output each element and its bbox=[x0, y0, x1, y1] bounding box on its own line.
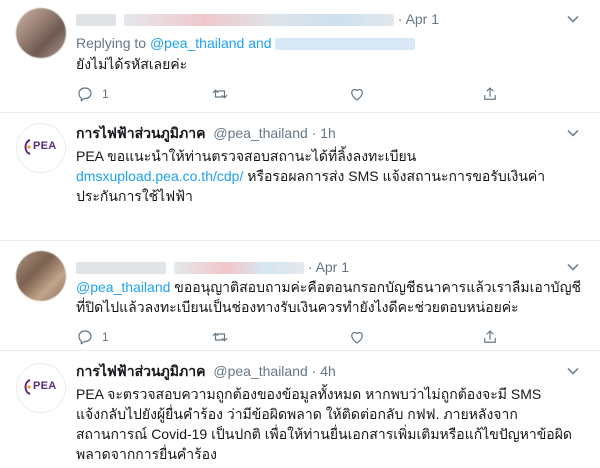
reply-icon bbox=[78, 330, 92, 345]
mention-link[interactable]: @pea_thailand bbox=[150, 35, 244, 51]
chevron-down-icon[interactable] bbox=[566, 364, 580, 378]
redacted-handle bbox=[173, 262, 304, 275]
avatar[interactable] bbox=[16, 251, 66, 301]
retweet-button[interactable] bbox=[211, 327, 229, 347]
redacted-name bbox=[76, 14, 116, 27]
tweet-text-line: ประกันการใช้ไฟฟ้า bbox=[76, 188, 193, 204]
reply-icon bbox=[78, 87, 92, 102]
tweet-text-line: PEA จะตรวจสอบความถูกต้องของข้อมูลทั้งหมด… bbox=[76, 386, 542, 402]
tweet-text-line: แจ้งกลับไปยังผู้ยื่นคำร้อง ว่ามีข้อผิดพล… bbox=[76, 406, 518, 422]
tweet-header: · Apr 1 bbox=[76, 257, 349, 277]
registration-link[interactable]: dmsxupload.pea.co.th/cdp/ bbox=[76, 168, 243, 184]
chevron-down-icon[interactable] bbox=[566, 126, 580, 140]
tweet-time[interactable]: 1h bbox=[320, 125, 336, 141]
share-button[interactable] bbox=[481, 84, 499, 104]
pea-logo-text: PEA bbox=[33, 140, 57, 152]
tweet-header: · Apr 1 bbox=[76, 9, 439, 29]
mention-link[interactable]: @pea_thailand bbox=[76, 279, 170, 295]
tweet-4[interactable]: PEA การไฟฟ้าส่วนภูมิภาค @pea_thailand · … bbox=[0, 351, 600, 468]
tweet-text-line: พลาดจากการยื่นคำร้อง bbox=[76, 446, 217, 462]
share-icon bbox=[484, 330, 496, 343]
redacted-handle bbox=[275, 38, 416, 51]
tweet-text-line: dmsxupload.pea.co.th/cdp/ หรือรอผลการส่ง… bbox=[76, 168, 546, 184]
reply-count: 1 bbox=[102, 330, 109, 344]
retweet-icon bbox=[212, 332, 228, 342]
tweet-header: การไฟฟ้าส่วนภูมิภาค @pea_thailand · 1h bbox=[76, 125, 336, 141]
reply-button[interactable]: 1 bbox=[76, 84, 109, 104]
tweet-date[interactable]: Apr 1 bbox=[406, 11, 439, 27]
pea-logo-text: PEA bbox=[33, 380, 57, 392]
user-handle[interactable]: @pea_thailand bbox=[213, 363, 307, 379]
like-icon bbox=[351, 88, 363, 101]
replying-to: Replying to @pea_thailand and bbox=[76, 33, 416, 53]
redacted-name bbox=[76, 262, 166, 275]
user-handle[interactable]: @pea_thailand bbox=[213, 125, 307, 141]
tweet-actions: 1 bbox=[76, 84, 576, 104]
like-icon bbox=[351, 331, 363, 344]
tweet-1[interactable]: · Apr 1 Replying to @pea_thailand and ยั… bbox=[0, 0, 600, 118]
redacted-handle bbox=[123, 14, 394, 27]
pea-logo-icon bbox=[24, 139, 31, 155]
like-button[interactable] bbox=[348, 84, 366, 104]
tweet-text-line: ที่ปิดไปแล้วลงทะเบียนเป็นช่องทางรับเงินค… bbox=[76, 299, 519, 315]
pea-avatar[interactable]: PEA bbox=[16, 123, 66, 173]
display-name[interactable]: การไฟฟ้าส่วนภูมิภาค bbox=[76, 363, 205, 379]
tweet-text-line: @pea_thailand ขออนุญาติสอบถามค่ะคือตอนกร… bbox=[76, 279, 581, 295]
retweet-icon bbox=[212, 89, 228, 99]
retweet-button[interactable] bbox=[211, 84, 229, 104]
reply-button[interactable]: 1 bbox=[76, 327, 109, 347]
tweet-header: การไฟฟ้าส่วนภูมิภาค @pea_thailand · 4h bbox=[76, 363, 336, 379]
tweet-3[interactable]: · Apr 1 @pea_thailand ขออนุญาติสอบถามค่ะ… bbox=[0, 241, 600, 353]
pea-logo-icon bbox=[24, 379, 31, 395]
share-icon bbox=[484, 87, 496, 100]
tweet-2[interactable]: PEA การไฟฟ้าส่วนภูมิภาค @pea_thailand · … bbox=[0, 113, 600, 239]
share-button[interactable] bbox=[481, 327, 499, 347]
chevron-down-icon[interactable] bbox=[566, 12, 580, 26]
pea-avatar[interactable]: PEA bbox=[16, 363, 66, 413]
tweet-actions: 1 bbox=[76, 327, 576, 347]
reply-count: 1 bbox=[102, 87, 109, 101]
tweet-text: ยังไม่ได้รหัสเลยค่ะ bbox=[76, 56, 188, 72]
chevron-down-icon[interactable] bbox=[566, 260, 580, 274]
display-name[interactable]: การไฟฟ้าส่วนภูมิภาค bbox=[76, 125, 205, 141]
tweet-text-line: PEA ขอแนะนำให้ท่านตรวจสอบสถานะได้ที่ลิ้ง… bbox=[76, 148, 417, 164]
tweet-date[interactable]: Apr 1 bbox=[316, 259, 349, 275]
tweet-time[interactable]: 4h bbox=[320, 363, 336, 379]
avatar[interactable] bbox=[16, 8, 66, 58]
tweet-text-line: สถานการณ์ Covid-19 เป็นปกติ เพื่อให้ท่าน… bbox=[76, 426, 573, 442]
like-button[interactable] bbox=[348, 327, 366, 347]
